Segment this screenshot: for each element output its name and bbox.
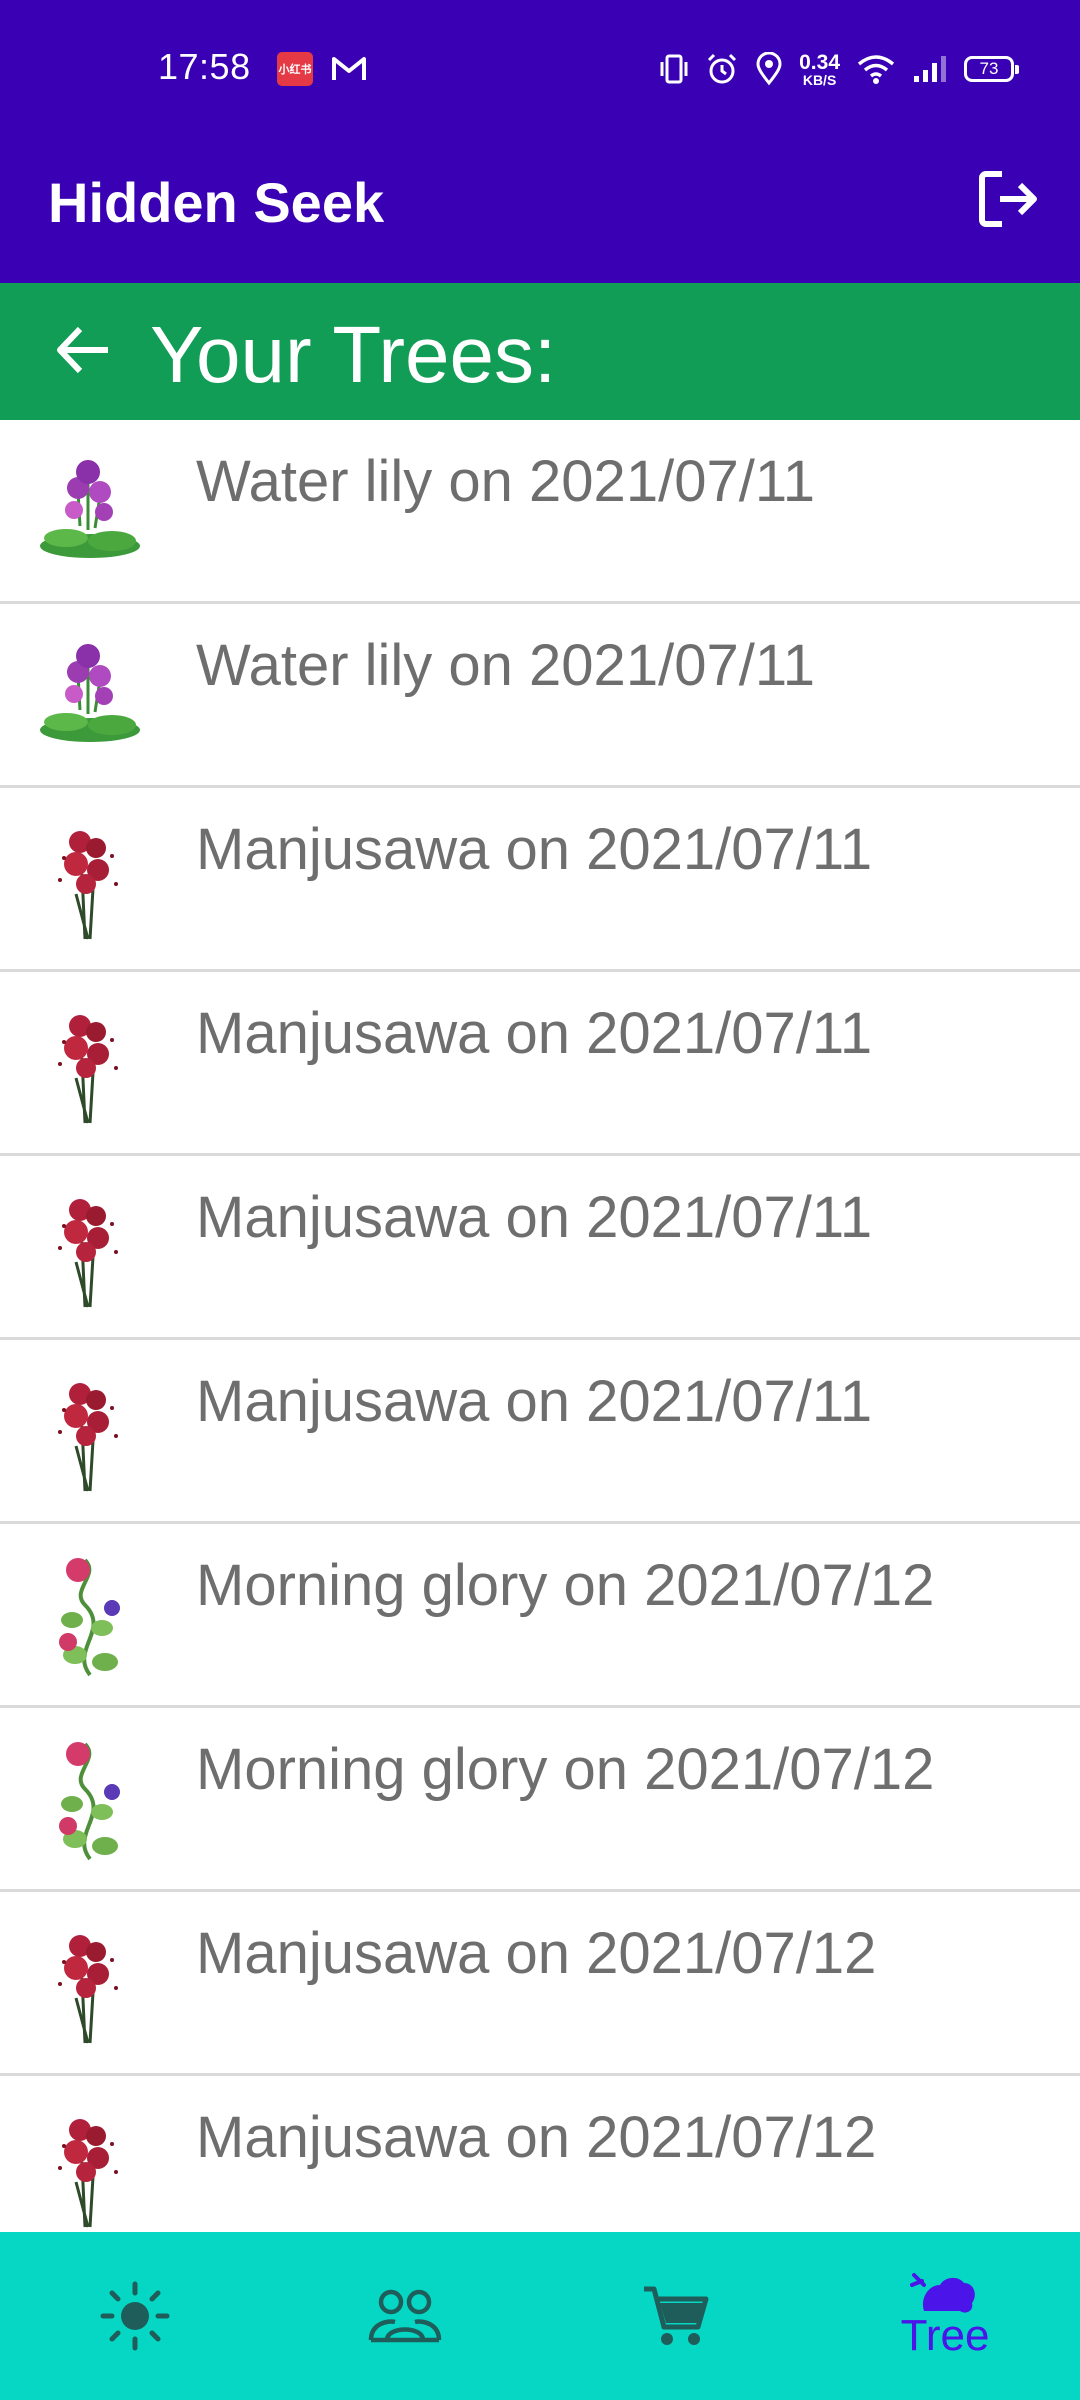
tree-label: Manjusawa on 2021/07/11 [196, 817, 873, 882]
section-heading: Your Trees: [150, 310, 557, 399]
section-header: Your Trees: [0, 283, 1080, 420]
water-lily-icon [40, 644, 140, 742]
status-time: 17:58 [158, 46, 251, 87]
list-item[interactable]: Morning glory on 2021/07/12 [0, 1524, 1080, 1708]
tree-label: Water lily on 2021/07/11 [196, 633, 816, 698]
signal-icon [914, 56, 946, 82]
logout-icon[interactable] [972, 164, 1042, 234]
manjusawa-icon [58, 831, 118, 940]
app-title: Hidden Seek [48, 171, 385, 234]
list-item[interactable]: Manjusawa on 2021/07/12 [0, 1892, 1080, 2076]
sun-icon [100, 2281, 170, 2351]
alarm-icon [708, 53, 737, 84]
list-item[interactable]: Morning glory on 2021/07/12 [0, 1708, 1080, 1892]
tree-label: Manjusawa on 2021/07/12 [196, 2105, 877, 2170]
tree-list: Water lily on 2021/07/11 Water lily on 2… [0, 420, 1080, 2232]
notification-app-icon: 小红书 [277, 52, 313, 86]
people-icon [368, 2289, 442, 2343]
wifi-icon [857, 55, 895, 84]
tree-label: Morning glory on 2021/07/12 [196, 1737, 935, 1802]
nav-item-shop[interactable] [540, 2232, 810, 2400]
nav-item-people[interactable] [270, 2232, 540, 2400]
manjusawa-icon [58, 1015, 118, 1124]
status-icons: 0.34 KB/S 73 [659, 44, 1019, 94]
nav-label-tree: Tree [900, 2311, 990, 2360]
morning-glory-icon [59, 1742, 120, 1861]
tree-label: Water lily on 2021/07/11 [196, 449, 816, 514]
app-bar: Hidden Seek [0, 130, 1080, 283]
list-item[interactable]: Water lily on 2021/07/11 [0, 604, 1080, 788]
network-speed-value: 0.34 [799, 50, 840, 74]
bottom-navigation: Tree [0, 2232, 1080, 2400]
tree-label: Manjusawa on 2021/07/12 [196, 1921, 877, 1986]
network-speed: 0.34 KB/S [799, 52, 840, 87]
list-item[interactable]: Manjusawa on 2021/07/12 [0, 2076, 1080, 2232]
manjusawa-icon [58, 2119, 118, 2228]
location-icon [756, 52, 782, 86]
list-item[interactable]: Water lily on 2021/07/11 [0, 420, 1080, 604]
water-lily-icon [40, 460, 140, 558]
list-item[interactable]: Manjusawa on 2021/07/11 [0, 972, 1080, 1156]
cart-icon [644, 2286, 709, 2345]
battery-icon: 73 [964, 56, 1019, 82]
list-item[interactable]: Manjusawa on 2021/07/11 [0, 1156, 1080, 1340]
list-item[interactable]: Manjusawa on 2021/07/11 [0, 1340, 1080, 1524]
status-bar: 17:58 小红书 0.34 KB/S 73 [0, 0, 1080, 130]
morning-glory-icon [59, 1558, 120, 1677]
manjusawa-icon [58, 1935, 118, 2044]
network-speed-unit: KB/S [802, 71, 837, 88]
tree-label: Manjusawa on 2021/07/11 [196, 1001, 873, 1066]
tree-label: Manjusawa on 2021/07/11 [196, 1369, 873, 1434]
tree-label: Morning glory on 2021/07/12 [196, 1553, 935, 1618]
nav-item-tree[interactable]: Tree [810, 2232, 1080, 2400]
list-item[interactable]: Manjusawa on 2021/07/11 [0, 788, 1080, 972]
vibrate-icon [660, 54, 688, 84]
manjusawa-icon [58, 1383, 118, 1492]
manjusawa-icon [58, 1199, 118, 1308]
gmail-icon [332, 57, 366, 80]
arrow-left-icon[interactable] [50, 317, 116, 383]
nav-item-sun[interactable] [0, 2232, 270, 2400]
tree-label: Manjusawa on 2021/07/11 [196, 1185, 873, 1250]
